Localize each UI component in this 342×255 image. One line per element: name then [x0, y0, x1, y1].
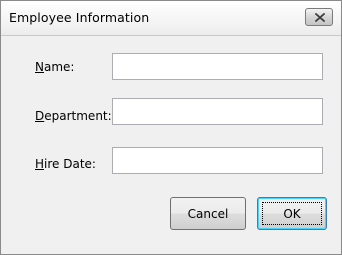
- dialog-title: Employee Information: [9, 10, 150, 25]
- name-label-mnemonic: N: [35, 60, 44, 74]
- ok-button[interactable]: OK: [257, 197, 327, 230]
- title-bar[interactable]: Employee Information: [1, 1, 341, 36]
- ok-button-label: OK: [283, 206, 301, 221]
- department-input[interactable]: [112, 98, 323, 125]
- close-icon: [315, 13, 325, 22]
- name-label: Name:: [35, 60, 74, 74]
- close-button[interactable]: [305, 8, 333, 26]
- ok-button-focus-ring: OK: [262, 202, 322, 225]
- hire-date-label-text: ire Date:: [44, 157, 96, 171]
- hire-date-input[interactable]: [112, 147, 323, 174]
- hire-date-label: Hire Date:: [35, 157, 96, 171]
- name-label-text: ame:: [43, 60, 75, 74]
- cancel-button[interactable]: Cancel: [170, 197, 246, 230]
- department-label: Department:: [35, 109, 112, 123]
- name-input[interactable]: [112, 53, 323, 80]
- department-label-mnemonic: D: [35, 109, 45, 123]
- hire-date-label-mnemonic: H: [35, 157, 45, 171]
- employee-information-dialog: Employee Information Name: Department: H…: [0, 0, 342, 255]
- department-label-text: epartment:: [44, 109, 112, 123]
